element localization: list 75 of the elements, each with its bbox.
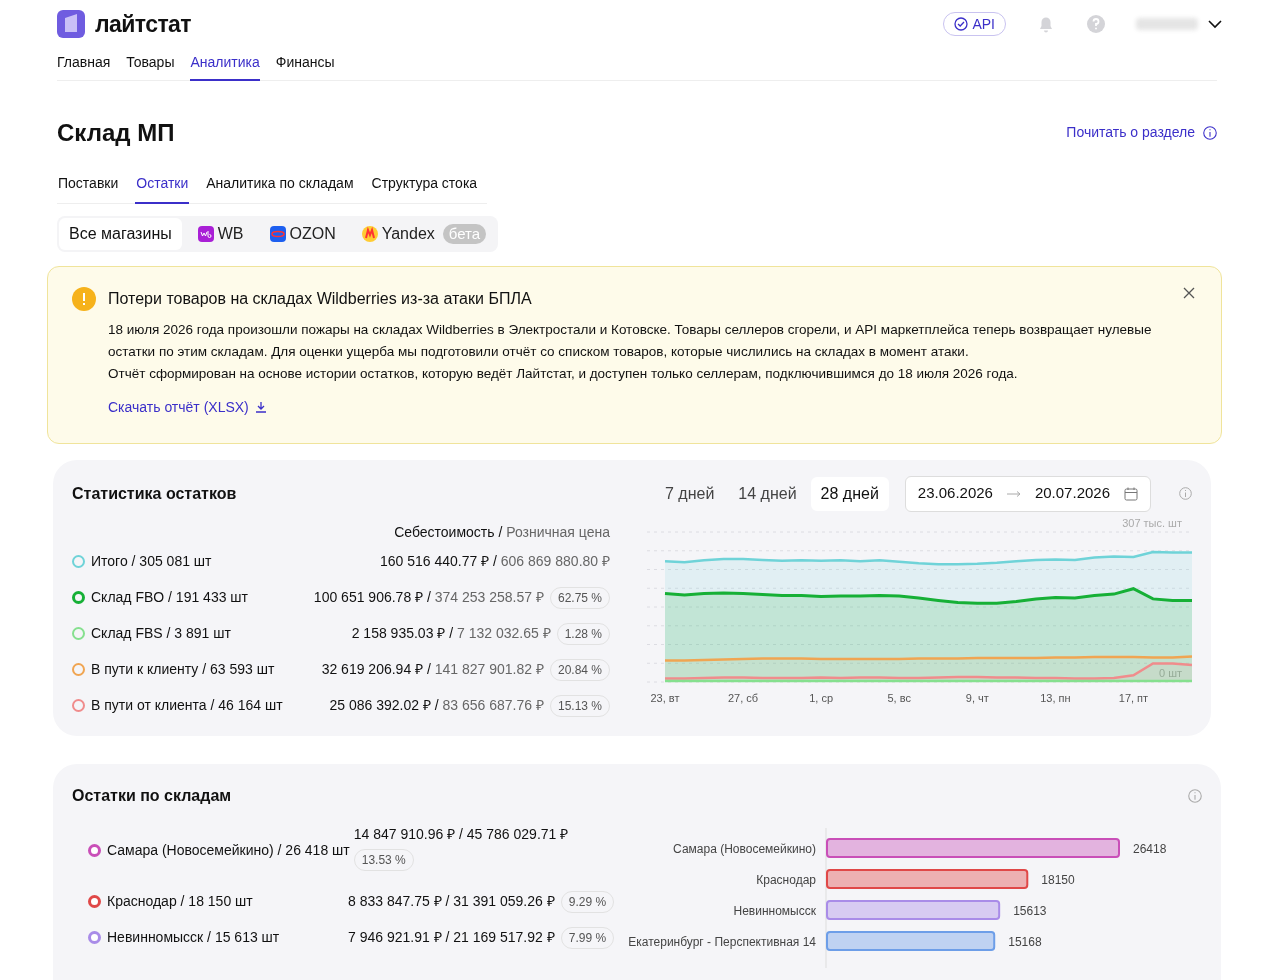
info-icon[interactable] <box>1188 788 1202 803</box>
warehouse-label: Невинномысск / 15 613 шт <box>107 928 280 947</box>
help-icon[interactable] <box>1086 14 1106 35</box>
stat-label: Склад FBO / 191 433 шт <box>91 588 248 607</box>
info-icon <box>1203 125 1217 140</box>
stat-label: Итого / 305 081 шт <box>91 552 212 571</box>
arrow-right-icon <box>1006 490 1021 497</box>
nav-tab[interactable]: Главная <box>57 51 111 81</box>
stat-label: Склад FBS / 3 891 шт <box>91 624 231 643</box>
beta-badge: бета <box>442 223 487 244</box>
period-tab[interactable]: 28 дней <box>810 476 889 511</box>
axis-label: 23, вт <box>650 691 680 704</box>
stat-value: 32 619 206.94 ₽ / 141 827 901.82 ₽ <box>321 660 544 679</box>
bar-label: Невинномысск <box>733 903 817 918</box>
stat-value: 100 651 906.78 ₽ / 374 253 258.57 ₽ <box>313 588 544 607</box>
warehouse-label: Самара (Новосемейкино) / 26 418 шт <box>107 840 350 860</box>
download-link[interactable]: Скачать отчёт (XLSX) <box>108 396 267 418</box>
stat-value: 2 158 935.03 ₽ / 7 132 032.65 ₽ <box>351 624 551 643</box>
bar-value: 18150 <box>1041 872 1075 887</box>
alert-text: Отчёт сформирован на основе истории остатков, которую ведёт Лайтстат, и доступен только селлерам, подключившимся до 18 июля 2026 года. <box>108 364 1019 383</box>
stat-value: 160 516 440.77 ₽ / 606 869 880.80 ₽ <box>379 552 610 571</box>
axis-label: 9, чт <box>965 691 989 704</box>
bar-label: Самара (Новосемейкино) <box>673 841 817 856</box>
axis-label: 5, вс <box>887 691 911 704</box>
bar-label: Краснодар <box>756 872 817 887</box>
nav-tab[interactable]: Аналитика <box>190 51 260 81</box>
axis-label: 1, ср <box>809 691 834 704</box>
store-filter[interactable]: Yandex бета <box>351 217 497 250</box>
warehouse-value: 7 946 921.91 ₽ / 21 169 517.92 ₽ <box>348 928 555 947</box>
bar-value: 26418 <box>1133 841 1167 856</box>
help-link[interactable]: Почитать о разделе <box>1066 122 1217 143</box>
card-title: Статистика остатков <box>72 483 237 504</box>
store-filter[interactable]: WB <box>187 217 254 250</box>
logo-text: лайтстат <box>95 10 191 39</box>
store-filter[interactable]: Все магазины <box>59 217 182 250</box>
warehouse-value: 14 847 910.96 ₽ / 45 786 029.71 ₽ <box>353 824 569 844</box>
info-icon[interactable] <box>1179 487 1192 500</box>
axis-label: 307 тыс. шт <box>1122 516 1182 529</box>
bar-value: 15613 <box>1013 903 1047 918</box>
check-circle-icon <box>954 17 969 32</box>
wb-logo-icon <box>197 225 214 242</box>
section-tab[interactable]: Поставки <box>57 172 120 204</box>
warehouse-value: 8 833 847.75 ₽ / 31 391 059.26 ₽ <box>348 892 555 911</box>
stat-label: В пути к клиенту / 63 593 шт <box>91 660 275 679</box>
column-header: Себестоимость / Розничная цена <box>394 522 610 542</box>
axis-label: 17, пт <box>1118 691 1149 704</box>
calendar-icon <box>1124 486 1138 501</box>
store-filter[interactable]: OZON <box>259 217 346 250</box>
axis-label: 27, сб <box>728 691 759 704</box>
card-title: Остатки по складам <box>72 785 232 806</box>
section-tab[interactable]: Аналитика по складам <box>205 172 355 204</box>
warehouse-label: Краснодар / 18 150 шт <box>107 892 253 911</box>
bar-label: Екатеринбург - Перспективная 14 <box>628 934 817 949</box>
stat-value: 25 086 392.02 ₽ / 83 656 687.76 ₽ <box>329 696 544 715</box>
stat-label: В пути от клиента / 46 164 шт <box>91 696 283 715</box>
alert-title: Потери товаров на складах Wildberries из-за атаки БПЛА <box>108 288 532 309</box>
download-icon <box>254 401 267 413</box>
ozon-logo-icon <box>269 225 286 242</box>
section-tab[interactable]: Структура стока <box>370 172 479 204</box>
bar-value: 15168 <box>1008 934 1042 949</box>
account-placeholder[interactable] <box>1136 18 1198 31</box>
yandex-market-logo-icon <box>361 225 378 242</box>
date-range-field[interactable]: 23.06.2026 20.07.2026 <box>904 475 1151 512</box>
alert-text: 18 июля 2026 года произошли пожары на складах Wildberries в Электростали и Котовске. Товары селлеров сгорели, и API маркетплейса теперь возвращает нулевые остатки по этим складам. Для оценки ущерба мы подготовили отчёт со списком товаров, которые числились на складах в момент атаки. <box>108 320 1153 361</box>
period-tab[interactable]: 7 дней <box>655 476 725 511</box>
page-title: Склад МП <box>57 117 175 148</box>
period-tab[interactable]: 14 дней <box>728 476 807 511</box>
close-icon[interactable] <box>1183 286 1195 299</box>
nav-tab[interactable]: Финансы <box>275 51 335 81</box>
section-tab[interactable]: Остатки <box>135 172 190 204</box>
axis-label: 13, пн <box>1040 691 1071 704</box>
logo-icon <box>57 10 85 39</box>
nav-tab[interactable]: Товары <box>126 51 175 81</box>
warning-icon <box>72 286 96 311</box>
chevron-down-icon[interactable] <box>1208 19 1222 29</box>
